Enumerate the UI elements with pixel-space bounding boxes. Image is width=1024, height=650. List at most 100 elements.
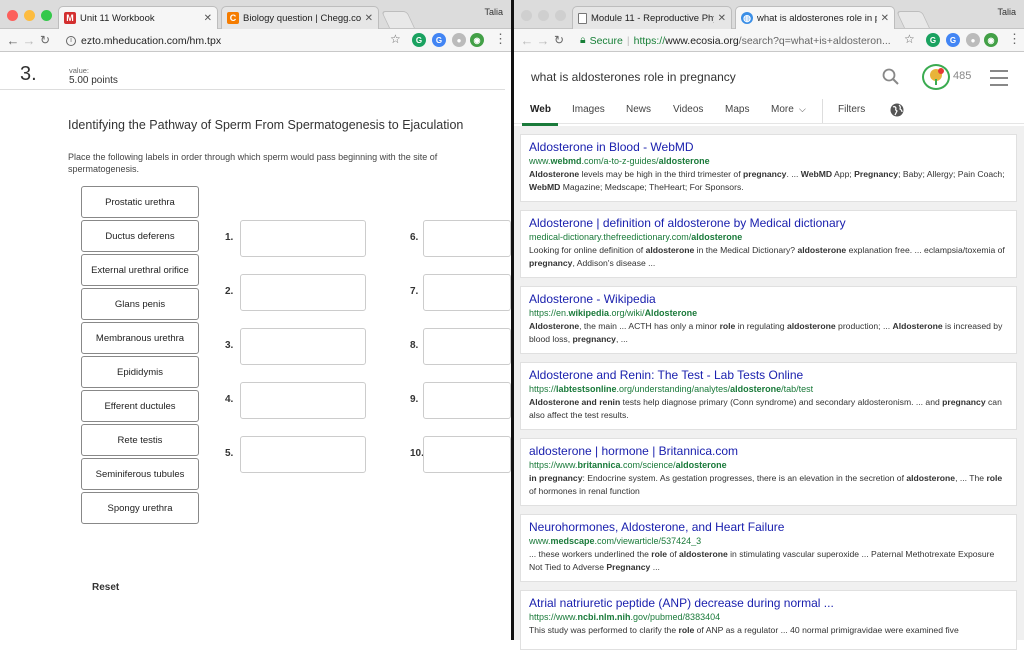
drop-slot-1[interactable] xyxy=(240,220,366,257)
close-window-button[interactable] xyxy=(7,10,18,21)
grammarly-extension-icon[interactable]: G xyxy=(412,33,426,47)
back-arrow-icon[interactable]: ← xyxy=(519,33,535,48)
tree-icon xyxy=(930,68,944,85)
search-result: Aldosterone and Renin: The Test - Lab Te… xyxy=(520,362,1017,430)
draggable-label[interactable]: Seminiferous tubules xyxy=(81,458,199,490)
extension-icon[interactable]: G xyxy=(432,33,446,47)
close-tab-icon[interactable]: ✕ xyxy=(365,13,373,24)
tab-module-11[interactable]: Module 11 - Reproductive Phy ✕ xyxy=(572,6,732,29)
tab-ecosia-search[interactable]: ◍ what is aldosterones role in pr ✕ xyxy=(735,6,895,29)
drop-slot-4[interactable] xyxy=(240,382,366,419)
result-url[interactable]: medical-dictionary.thefreedictionary.com… xyxy=(529,232,1008,242)
minimize-window-button[interactable] xyxy=(24,10,35,21)
forward-arrow-icon[interactable]: → xyxy=(535,33,551,48)
drop-slot-9[interactable] xyxy=(423,382,511,419)
url-scheme: https:// xyxy=(633,34,666,47)
result-url[interactable]: www.webmd.com/a-to-z-guides/aldosterone xyxy=(529,156,1008,166)
reset-button[interactable]: Reset xyxy=(92,582,119,593)
search-input[interactable]: what is aldosterones role in pregnancy xyxy=(531,70,736,84)
result-title-link[interactable]: aldosterone | hormone | Britannica.com xyxy=(529,444,1008,458)
globe-extension-icon[interactable]: ◉ xyxy=(470,33,484,47)
globe-region-icon[interactable] xyxy=(890,103,904,117)
profile-name[interactable]: Talia xyxy=(997,7,1016,17)
result-url[interactable]: www.medscape.com/viewarticle/537424_3 xyxy=(529,536,1008,546)
draggable-label[interactable]: Glans penis xyxy=(81,288,199,320)
maximize-window-button[interactable] xyxy=(555,10,566,21)
search-box[interactable]: what is aldosterones role in pregnancy xyxy=(521,61,914,95)
draggable-label[interactable]: Epididymis xyxy=(81,356,199,388)
tab-videos[interactable]: Videos xyxy=(673,104,703,115)
drop-slot-6[interactable] xyxy=(423,220,511,257)
close-tab-icon[interactable]: ✕ xyxy=(718,13,726,24)
result-url[interactable]: https://www.britannica.com/science/aldos… xyxy=(529,460,1008,470)
draggable-label[interactable]: Rete testis xyxy=(81,424,199,456)
chevron-down-icon[interactable]: ⌵ xyxy=(799,104,806,115)
result-url[interactable]: https://en.wikipedia.org/wiki/Aldosteron… xyxy=(529,308,1008,318)
slot-number: 8. xyxy=(410,340,419,351)
tab-more[interactable]: More xyxy=(771,104,794,115)
result-title-link[interactable]: Aldosterone and Renin: The Test - Lab Te… xyxy=(529,368,1008,382)
reload-icon[interactable]: ↻ xyxy=(37,33,53,47)
extension-icon[interactable]: ● xyxy=(966,33,980,47)
grammarly-extension-icon[interactable]: G xyxy=(926,33,940,47)
draggable-label[interactable]: Spongy urethra xyxy=(81,492,199,524)
tab-images[interactable]: Images xyxy=(572,104,605,115)
close-tab-icon[interactable]: ✕ xyxy=(881,13,889,24)
result-title-link[interactable]: Neurohormones, Aldosterone, and Heart Fa… xyxy=(529,520,1008,534)
forward-arrow-icon[interactable]: → xyxy=(21,33,37,48)
result-title-link[interactable]: Atrial natriuretic peptide (ANP) decreas… xyxy=(529,596,1008,610)
slot-number: 4. xyxy=(225,394,234,405)
draggable-label[interactable]: Efferent ductules xyxy=(81,390,199,422)
tab-title: Biology question | Chegg.com xyxy=(243,12,361,24)
draggable-label[interactable]: External urethral orifice xyxy=(81,254,199,286)
draggable-label[interactable]: Ductus deferens xyxy=(81,220,199,252)
profile-name[interactable]: Talia xyxy=(484,7,503,17)
new-tab-button[interactable] xyxy=(896,11,930,28)
drop-slot-8[interactable] xyxy=(423,328,511,365)
close-tab-icon[interactable]: ✕ xyxy=(204,13,212,24)
maximize-window-button[interactable] xyxy=(41,10,52,21)
back-arrow-icon[interactable]: ← xyxy=(5,33,21,48)
question-instructions: Place the following labels in order thro… xyxy=(68,152,438,174)
new-tab-button[interactable] xyxy=(381,11,415,28)
close-window-button[interactable] xyxy=(521,10,532,21)
globe-extension-icon[interactable]: ◉ xyxy=(984,33,998,47)
tab-maps[interactable]: Maps xyxy=(725,104,749,115)
drop-slot-10[interactable] xyxy=(423,436,511,473)
menu-dots-icon[interactable]: ⋮ xyxy=(494,31,507,47)
draggable-label[interactable]: Prostatic urethra xyxy=(81,186,199,218)
tab-filters[interactable]: Filters xyxy=(838,104,865,115)
tab-unit-11-workbook[interactable]: M Unit 11 Workbook ✕ xyxy=(58,6,218,29)
chegg-icon: C xyxy=(227,12,239,24)
tab-chegg[interactable]: C Biology question | Chegg.com ✕ xyxy=(221,6,379,29)
tree-counter-icon[interactable] xyxy=(922,64,950,90)
reload-icon[interactable]: ↻ xyxy=(551,33,567,47)
result-title-link[interactable]: Aldosterone in Blood - WebMD xyxy=(529,140,1008,154)
extension-icon[interactable]: G xyxy=(946,33,960,47)
result-snippet: in pregnancy: Endocrine system. As gesta… xyxy=(529,473,1003,496)
tab-news[interactable]: News xyxy=(626,104,651,115)
slot-number: 9. xyxy=(410,394,419,405)
result-url[interactable]: https://www.ncbi.nlm.nih.gov/pubmed/8383… xyxy=(529,612,1008,622)
drop-slot-2[interactable] xyxy=(240,274,366,311)
address-bar[interactable]: 🔒︎ Secure | https:// www.ecosia.org /sea… xyxy=(580,31,910,50)
result-url[interactable]: https://labtestsonline.org/understanding… xyxy=(529,384,1008,394)
menu-dots-icon[interactable]: ⋮ xyxy=(1008,31,1021,47)
tab-web[interactable]: Web xyxy=(530,104,551,115)
drop-slot-5[interactable] xyxy=(240,436,366,473)
drop-slot-7[interactable] xyxy=(423,274,511,311)
left-browser-window: M Unit 11 Workbook ✕ C Biology question … xyxy=(0,0,511,640)
info-icon[interactable]: i xyxy=(66,35,76,46)
drop-slot-3[interactable] xyxy=(240,328,366,365)
search-icon[interactable] xyxy=(882,68,900,86)
question-number: 3. xyxy=(20,63,37,85)
draggable-label[interactable]: Membranous urethra xyxy=(81,322,199,354)
hamburger-menu-icon[interactable] xyxy=(990,70,1008,91)
result-title-link[interactable]: Aldosterone | definition of aldosterone … xyxy=(529,216,1008,230)
extension-icon[interactable]: ● xyxy=(452,33,466,47)
bookmark-star-icon[interactable]: ☆ xyxy=(390,32,401,46)
minimize-window-button[interactable] xyxy=(538,10,549,21)
result-title-link[interactable]: Aldosterone - Wikipedia xyxy=(529,292,1008,306)
address-bar[interactable]: i ezto.mheducation.com/hm.tpx xyxy=(66,31,401,50)
bookmark-star-icon[interactable]: ☆ xyxy=(904,32,915,46)
